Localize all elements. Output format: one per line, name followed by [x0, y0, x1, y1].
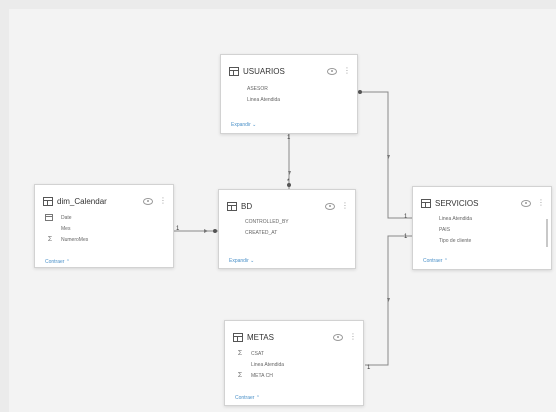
field-row[interactable]: Date — [45, 212, 167, 223]
chevron-up-icon: ⌃ — [255, 395, 261, 401]
table-header[interactable]: USUARIOS ⋮ — [229, 63, 351, 79]
more-options-icon[interactable]: ⋮ — [349, 333, 357, 341]
calendar-icon — [45, 214, 53, 221]
field-row[interactable]: PAIS — [423, 224, 545, 235]
table-card-dim-calendar[interactable]: dim_Calendar ⋮ Date Mes Σ NumeroMes Contr… — [34, 184, 174, 268]
collapse-label: Contraer — [45, 259, 65, 265]
cardinality-one: 1 — [176, 226, 180, 232]
field-name: Date — [61, 214, 72, 221]
collapse-link[interactable]: Contraer ⌃ — [423, 258, 448, 264]
collapse-label: Contraer — [235, 395, 255, 401]
expand-link[interactable]: Expandir ⌄ — [231, 122, 256, 128]
field-list: Linea Atendida PAIS Tipo de cliente — [423, 213, 545, 246]
table-title: SERVICIOS — [435, 198, 479, 208]
table-card-servicios[interactable]: SERVICIOS ⋮ Linea Atendida PAIS Tipo de … — [412, 186, 552, 270]
field-list: Date Mes Σ NumeroMes — [45, 212, 167, 245]
field-name: PAIS — [439, 226, 451, 233]
table-icon — [233, 332, 243, 342]
field-list: ASESOR Linea Atendida — [231, 83, 351, 105]
collapse-link[interactable]: Contraer ⌃ — [45, 259, 70, 265]
table-header[interactable]: BD ⋮ — [227, 198, 349, 214]
table-title: BD — [241, 201, 253, 211]
sigma-icon: Σ — [237, 350, 243, 357]
field-row[interactable]: Linea Atendida — [423, 213, 545, 224]
cardinality-one: 1 — [404, 214, 408, 220]
field-row[interactable]: Σ CSAT — [235, 348, 357, 359]
scrollbar[interactable] — [546, 219, 548, 247]
table-header[interactable]: dim_Calendar ⋮ — [43, 193, 167, 209]
chevron-down-icon: ⌄ — [250, 258, 255, 264]
more-options-icon[interactable]: ⋮ — [159, 197, 167, 205]
table-card-usuarios[interactable]: USUARIOS ⋮ ASESOR Linea Atendida Expandi… — [220, 54, 358, 134]
field-name: CONTROLLED_BY — [245, 218, 289, 225]
cardinality-one: 1 — [287, 135, 291, 141]
more-options-icon[interactable]: ⋮ — [341, 202, 349, 210]
field-name: NumeroMes — [61, 236, 89, 243]
eye-icon[interactable] — [327, 67, 337, 75]
field-list: Σ CSAT Linea Atendida Σ META CH — [235, 348, 357, 381]
field-name: Tipo de cliente — [439, 237, 472, 244]
table-title: USUARIOS — [243, 66, 285, 76]
field-row[interactable]: Σ META CH — [235, 370, 357, 381]
more-options-icon[interactable]: ⋮ — [537, 199, 545, 207]
table-icon — [229, 66, 239, 76]
expand-label: Expandir — [231, 122, 251, 128]
cardinality-many: * — [287, 179, 290, 185]
field-row[interactable]: Tipo de cliente — [423, 235, 545, 246]
field-list: CONTROLLED_BY CREATED_AT — [229, 216, 349, 238]
eye-icon[interactable] — [325, 202, 335, 210]
cardinality-one: 1 — [404, 234, 408, 240]
table-header[interactable]: SERVICIOS ⋮ — [421, 195, 545, 211]
field-name: Linea Atendida — [251, 361, 285, 368]
expand-link[interactable]: Expandir ⌄ — [229, 258, 254, 264]
table-title: dim_Calendar — [57, 196, 107, 206]
table-icon — [43, 196, 53, 206]
field-name: META CH — [251, 372, 273, 379]
field-name: Linea Atendida — [247, 96, 281, 103]
table-icon — [421, 198, 431, 208]
field-row[interactable]: Σ NumeroMes — [45, 234, 167, 245]
sigma-icon: Σ — [237, 372, 243, 379]
eye-icon[interactable] — [143, 197, 153, 205]
field-row[interactable]: Mes — [45, 223, 167, 234]
field-row[interactable]: Linea Atendida — [231, 94, 351, 105]
eye-icon[interactable] — [521, 199, 531, 207]
field-row[interactable]: CREATED_AT — [229, 227, 349, 238]
field-row[interactable]: ASESOR — [231, 83, 351, 94]
expand-label: Expandir — [229, 258, 249, 264]
chevron-up-icon: ⌃ — [443, 258, 449, 264]
field-row[interactable]: Linea Atendida — [235, 359, 357, 370]
collapse-link[interactable]: Contraer ⌃ — [235, 395, 260, 401]
field-name: ASESOR — [247, 85, 268, 92]
table-title: METAS — [247, 332, 274, 342]
sigma-icon: Σ — [47, 236, 53, 243]
chevron-down-icon: ⌄ — [252, 122, 257, 128]
eye-icon[interactable] — [333, 333, 343, 341]
field-name: Mes — [61, 225, 71, 232]
table-header[interactable]: METAS ⋮ — [233, 329, 357, 345]
field-row[interactable]: CONTROLLED_BY — [229, 216, 349, 227]
table-card-bd[interactable]: BD ⋮ CONTROLLED_BY CREATED_AT Expandir ⌄ — [218, 189, 356, 269]
field-name: CREATED_AT — [245, 229, 278, 236]
field-name: CSAT — [251, 350, 264, 357]
collapse-label: Contraer — [423, 258, 443, 264]
table-card-metas[interactable]: METAS ⋮ Σ CSAT Linea Atendida Σ META CH Co… — [224, 320, 364, 406]
cardinality-one: 1 — [367, 365, 371, 371]
field-name: Linea Atendida — [439, 215, 473, 222]
more-options-icon[interactable]: ⋮ — [343, 67, 351, 75]
chevron-up-icon: ⌃ — [65, 259, 71, 265]
table-icon — [227, 201, 237, 211]
